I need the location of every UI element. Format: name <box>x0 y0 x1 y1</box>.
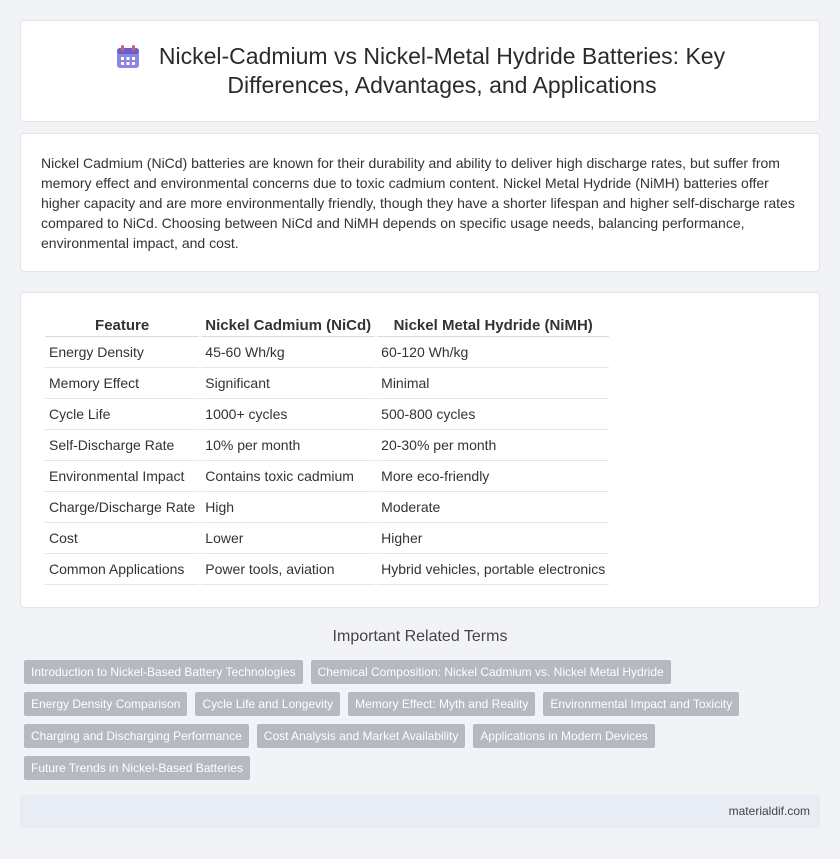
table-cell: 20-30% per month <box>377 430 610 461</box>
tag-link[interactable]: Future Trends in Nickel-Based Batteries <box>24 756 251 780</box>
table-cell: Environmental Impact <box>45 461 200 492</box>
header-nicd: Nickel Cadmium (NiCd) <box>201 315 376 337</box>
title-card: Nickel-Cadmium vs Nickel-Metal Hydride B… <box>20 20 820 122</box>
table-cell: Common Applications <box>45 554 200 585</box>
table-cell: Hybrid vehicles, portable electronics <box>377 554 610 585</box>
table-row: Charge/Discharge Rate High Moderate <box>45 492 610 523</box>
table-cell: 60-120 Wh/kg <box>377 337 610 368</box>
tag-link[interactable]: Energy Density Comparison <box>24 692 188 716</box>
intro-card: Nickel Cadmium (NiCd) batteries are know… <box>20 133 820 272</box>
tag-link[interactable]: Chemical Composition: Nickel Cadmium vs.… <box>310 660 671 684</box>
tag-link[interactable]: Charging and Discharging Performance <box>24 724 249 748</box>
table-cell: Higher <box>377 523 610 554</box>
page-title-line1: Nickel-Cadmium vs Nickel-Metal Hydride B… <box>158 43 726 69</box>
table-cell: Significant <box>201 368 376 399</box>
table-row: Energy Density 45-60 Wh/kg 60-120 Wh/kg <box>45 337 610 368</box>
tag-link[interactable]: Applications in Modern Devices <box>473 724 655 748</box>
table-cell: Cost <box>45 523 200 554</box>
table-row: Environmental Impact Contains toxic cadm… <box>45 461 610 492</box>
page-title-line2: Differences, Advantages, and Application… <box>227 72 657 98</box>
table-row: Cycle Life 1000+ cycles 500-800 cycles <box>45 399 610 430</box>
table-cell: Cycle Life <box>45 399 200 430</box>
related-terms-heading: Important Related Terms <box>332 628 508 645</box>
tag-link[interactable]: Cost Analysis and Market Availability <box>256 724 466 748</box>
tag-link[interactable]: Cycle Life and Longevity <box>195 692 341 716</box>
table-cell: More eco-friendly <box>377 461 610 492</box>
table-cell: 1000+ cycles <box>201 399 376 430</box>
table-cell: 10% per month <box>201 430 376 461</box>
page-title: Nickel-Cadmium vs Nickel-Metal Hydride B… <box>159 42 725 100</box>
intro-paragraph: Nickel Cadmium (NiCd) batteries are know… <box>41 155 795 251</box>
tag-link[interactable]: Environmental Impact and Toxicity <box>543 692 740 716</box>
table-cell: Memory Effect <box>45 368 200 399</box>
table-cell: Energy Density <box>45 337 200 368</box>
footer-site-link[interactable]: materialdif.com <box>729 804 810 818</box>
table-cell: Self-Discharge Rate <box>45 430 200 461</box>
table-row: Cost Lower Higher <box>45 523 610 554</box>
table-cell: Charge/Discharge Rate <box>45 492 200 523</box>
table-cell: Minimal <box>377 368 610 399</box>
tag-link[interactable]: Introduction to Nickel-Based Battery Tec… <box>24 660 303 684</box>
tag-row: Future Trends in Nickel-Based Batteries <box>24 756 824 780</box>
table-cell: 500-800 cycles <box>377 399 610 430</box>
header-nimh: Nickel Metal Hydride (NiMH) <box>377 315 610 337</box>
footer: materialdif.com <box>20 795 820 828</box>
comparison-table-card: Feature Nickel Cadmium (NiCd) Nickel Met… <box>20 292 820 608</box>
comparison-table: Feature Nickel Cadmium (NiCd) Nickel Met… <box>43 315 611 585</box>
table-cell: High <box>201 492 376 523</box>
table-row: Common Applications Power tools, aviatio… <box>45 554 610 585</box>
tag-row: Introduction to Nickel-Based Battery Tec… <box>24 660 824 684</box>
tag-row: Charging and Discharging Performance Cos… <box>24 724 824 748</box>
table-cell: Power tools, aviation <box>201 554 376 585</box>
table-cell: Lower <box>201 523 376 554</box>
header-feature: Feature <box>45 315 200 337</box>
calendar-icon <box>115 44 141 70</box>
table-cell: 45-60 Wh/kg <box>201 337 376 368</box>
tag-row: Energy Density Comparison Cycle Life and… <box>24 692 824 716</box>
table-header-row: Feature Nickel Cadmium (NiCd) Nickel Met… <box>45 315 610 337</box>
table-row: Self-Discharge Rate 10% per month 20-30%… <box>45 430 610 461</box>
tag-link[interactable]: Memory Effect: Myth and Reality <box>348 692 536 716</box>
table-row: Memory Effect Significant Minimal <box>45 368 610 399</box>
table-cell: Moderate <box>377 492 610 523</box>
related-terms-tags: Introduction to Nickel-Based Battery Tec… <box>24 660 824 788</box>
table-cell: Contains toxic cadmium <box>201 461 376 492</box>
